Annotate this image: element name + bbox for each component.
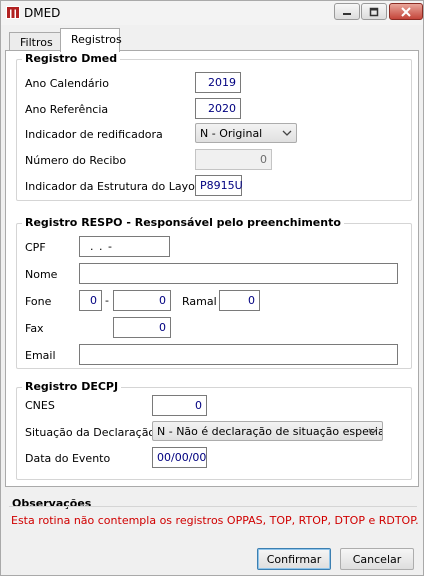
nome-input[interactable] (79, 263, 398, 284)
indicador-redificadora-label: Indicador de redificadora (25, 128, 163, 141)
situacao-value: N - Não é declaração de situação especia… (157, 425, 383, 438)
fone-numero-input[interactable]: 0 (113, 290, 171, 311)
cancel-button[interactable]: Cancelar (340, 548, 414, 570)
ano-referencia-label: Ano Referência (25, 103, 109, 116)
data-evento-input[interactable]: 00/00/00 (152, 447, 207, 468)
ano-calendario-input[interactable]: 2019 (195, 72, 241, 93)
dmed-window: DMED Filtros Registros Registro Dmed Ano… (0, 0, 424, 576)
cnes-input[interactable]: 0 (152, 395, 207, 416)
tab-filtros[interactable]: Filtros (9, 32, 61, 52)
fone-ddd-input[interactable]: 0 (79, 290, 102, 311)
numero-recibo-label: Número do Recibo (25, 154, 127, 167)
cnes-label: CNES (25, 399, 55, 412)
indicador-redificadora-select[interactable]: N - Original (195, 123, 297, 143)
observacoes-title: Observações (12, 497, 92, 510)
observacoes-text: Esta rotina não contempla os registros O… (11, 514, 419, 527)
registro-respo-group: Registro RESPO - Responsável pelo preenc… (16, 216, 412, 369)
cpf-input[interactable]: . . - (79, 236, 170, 257)
ramal-input[interactable]: 0 (219, 290, 260, 311)
numero-recibo-input: 0 (195, 149, 272, 170)
data-evento-label: Data do Evento (25, 452, 111, 465)
title-bar: DMED (1, 1, 423, 25)
situacao-label: Situação da Declaração (25, 426, 156, 439)
ramal-label: Ramal (182, 295, 217, 308)
window-title: DMED (24, 6, 61, 20)
indicador-redificadora-value: N - Original (200, 127, 263, 140)
maximize-button[interactable] (361, 3, 387, 20)
ano-referencia-input[interactable]: 2020 (195, 98, 241, 119)
registros-panel: Registro Dmed Ano Calendário 2019 Ano Re… (5, 50, 419, 487)
email-label: Email (25, 349, 56, 362)
fax-label: Fax (25, 322, 44, 335)
chevron-down-icon (368, 428, 378, 434)
fone-label: Fone (25, 295, 52, 308)
email-input[interactable] (79, 344, 398, 365)
chevron-down-icon (282, 130, 292, 136)
observacoes-divider (9, 506, 417, 507)
maximize-icon (369, 7, 379, 16)
estrutura-layout-input[interactable]: P8915U (195, 175, 243, 196)
tab-registros[interactable]: Registros (60, 28, 122, 52)
fone-separator: - (105, 294, 109, 307)
registro-decpj-group: Registro DECPJ CNES 0 Situação da Declar… (16, 380, 412, 480)
confirm-button[interactable]: Confirmar (257, 548, 331, 570)
situacao-select[interactable]: N - Não é declaração de situação especia… (152, 421, 383, 441)
minimize-icon (343, 12, 351, 15)
close-button[interactable] (389, 3, 423, 20)
nome-label: Nome (25, 268, 58, 281)
estrutura-layout-label: Indicador da Estrutura do Layout (25, 180, 207, 193)
cpf-label: CPF (25, 241, 46, 254)
fax-input[interactable]: 0 (113, 317, 171, 338)
registro-dmed-group: Registro Dmed Ano Calendário 2019 Ano Re… (16, 52, 412, 201)
minimize-button[interactable] (334, 3, 360, 20)
registro-decpj-title: Registro DECPJ (22, 380, 122, 393)
app-logo-icon (6, 6, 20, 19)
registro-respo-title: Registro RESPO - Responsável pelo preenc… (22, 216, 344, 229)
ano-calendario-label: Ano Calendário (25, 77, 109, 90)
registro-dmed-title: Registro Dmed (22, 52, 121, 65)
close-icon (401, 6, 411, 17)
